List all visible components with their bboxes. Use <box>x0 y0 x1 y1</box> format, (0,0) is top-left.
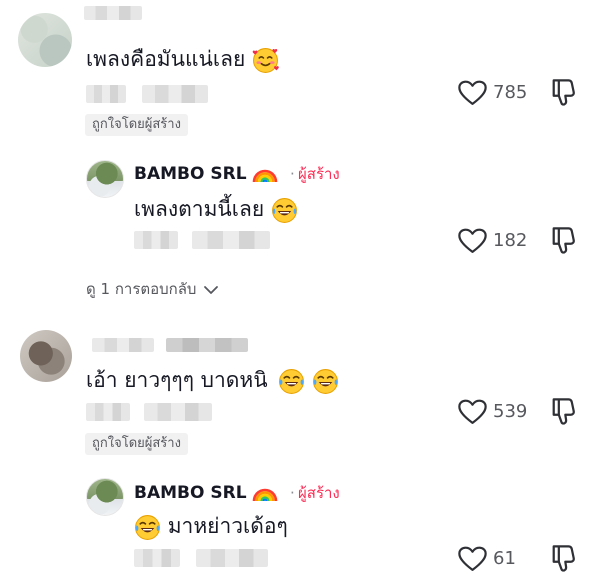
comment-date-blurred <box>86 403 130 421</box>
dislike-icon[interactable] <box>550 226 576 254</box>
comment-text: เอ้า ยาวๆๆๆ บาดหนิ <box>86 366 339 395</box>
avatar[interactable] <box>18 13 72 67</box>
comment-body: เพลงคือมันแน่เลย <box>86 47 246 71</box>
reply-link-blurred[interactable] <box>196 549 268 567</box>
chevron-down-icon[interactable] <box>203 284 219 296</box>
face-with-tears-of-joy-icon <box>134 514 161 541</box>
creator-label: ผู้สร้าง <box>298 484 340 502</box>
separator-dot: · <box>290 484 295 502</box>
view-replies-button[interactable]: ดู 1 การตอบกลับ <box>86 278 219 300</box>
author-name-text[interactable]: BAMBO SRL <box>134 483 247 503</box>
reply-text: เพลงตามนี้เลย <box>134 195 298 224</box>
creator-label: ผู้สร้าง <box>298 165 340 183</box>
like-count: 182 <box>493 230 528 251</box>
author-name-text[interactable]: BAMBO SRL <box>134 164 247 184</box>
like-button[interactable]: 539 <box>458 399 534 425</box>
reply-author-name[interactable]: BAMBO SRL <box>134 482 278 504</box>
reply-link-blurred[interactable] <box>144 403 212 421</box>
smiling-face-with-hearts-icon <box>252 47 279 74</box>
like-count: 785 <box>493 82 528 103</box>
commenter-name-blurred[interactable] <box>92 338 154 352</box>
heart-icon[interactable] <box>458 80 487 106</box>
face-with-tears-of-joy-icon <box>271 197 298 224</box>
face-with-tears-of-joy-icon <box>312 368 339 395</box>
like-count: 539 <box>493 401 528 422</box>
comment-date-blurred <box>86 85 126 103</box>
liked-by-creator-badge: ถูกใจโดยผู้สร้าง <box>85 114 188 136</box>
reply-body: เพลงตามนี้เลย <box>134 197 265 221</box>
rainbow-icon <box>252 483 278 503</box>
reply-link-blurred[interactable] <box>142 85 208 103</box>
heart-icon[interactable] <box>458 228 487 254</box>
comment-body: เอ้า ยาวๆๆๆ บาดหนิ <box>86 368 268 392</box>
separator-dot: · <box>290 165 295 183</box>
like-count: 61 <box>493 548 516 569</box>
avatar[interactable] <box>20 330 72 382</box>
commenter-handle-blurred[interactable] <box>166 338 248 352</box>
dislike-icon[interactable] <box>550 544 576 572</box>
reply-like-button[interactable]: 61 <box>458 546 534 572</box>
rainbow-icon <box>252 164 278 184</box>
creator-avatar[interactable] <box>86 160 124 198</box>
reply-text: มาหย่าวเด้อๆ <box>134 512 288 541</box>
like-button[interactable]: 785 <box>458 80 534 106</box>
heart-icon[interactable] <box>458 399 487 425</box>
liked-by-creator-badge: ถูกใจโดยผู้สร้าง <box>85 433 188 455</box>
creator-avatar[interactable] <box>86 478 124 516</box>
reply-link-blurred[interactable] <box>192 231 270 249</box>
reply-like-button[interactable]: 182 <box>458 228 534 254</box>
dislike-icon[interactable] <box>550 397 576 425</box>
face-with-tears-of-joy-icon <box>278 368 305 395</box>
reply-date-blurred <box>134 549 180 567</box>
heart-icon[interactable] <box>458 546 487 572</box>
dislike-icon[interactable] <box>550 78 576 106</box>
commenter-name-blurred[interactable] <box>84 6 142 20</box>
view-replies-label[interactable]: ดู 1 การตอบกลับ <box>86 280 196 298</box>
reply-author-name[interactable]: BAMBO SRL <box>134 163 278 185</box>
reply-date-blurred <box>134 231 178 249</box>
comment-text: เพลงคือมันแน่เลย <box>86 45 279 74</box>
reply-body: มาหย่าวเด้อๆ <box>167 514 288 538</box>
